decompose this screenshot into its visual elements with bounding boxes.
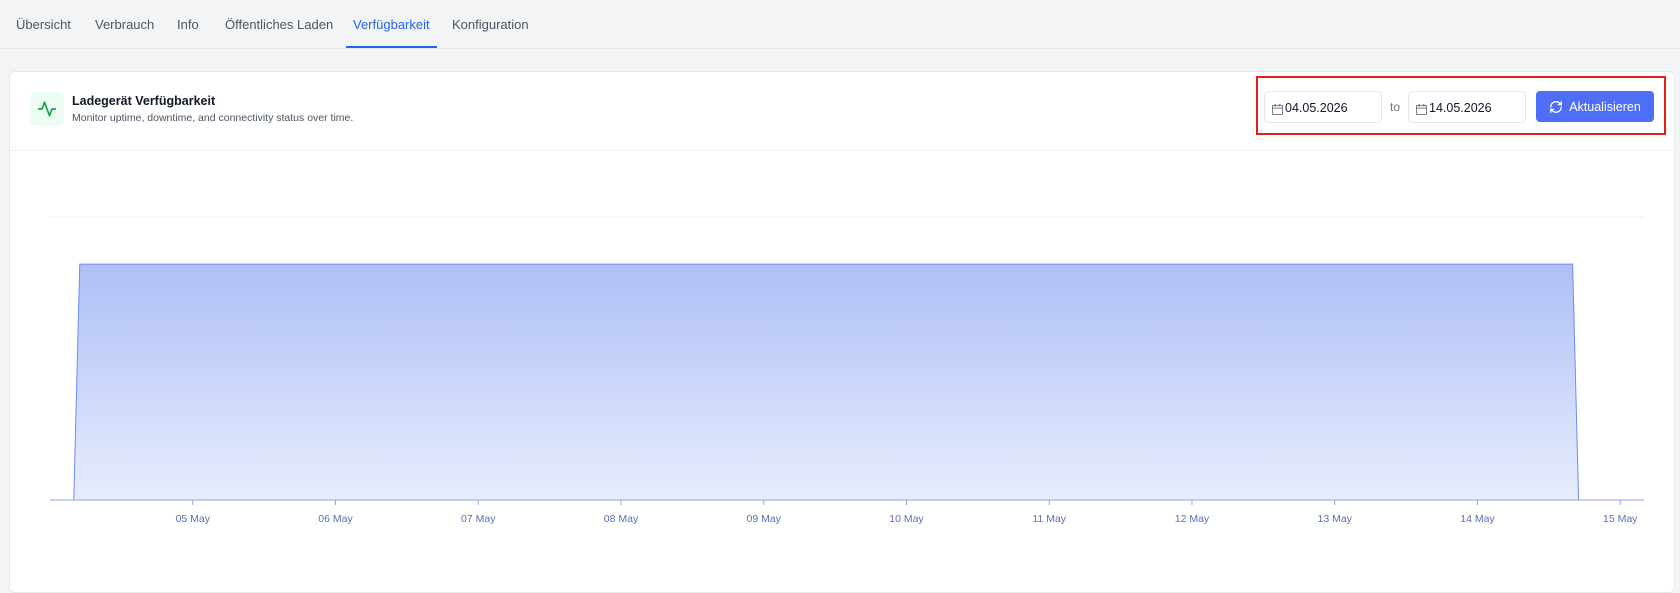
x-tick-label: 08 May	[604, 513, 639, 525]
availability-chart: 05 May 06 May 07 May 08 May 09 May 10 May 11 M…	[50, 216, 1644, 525]
x-tick-label: 12 May	[1175, 513, 1210, 525]
x-tick-label: 11 May	[1032, 513, 1066, 525]
x-tick-label: 15 May	[1603, 513, 1638, 525]
x-tick-label: 14 May	[1460, 513, 1495, 525]
availability-area	[50, 264, 1621, 500]
x-tick-label: 09 May	[747, 513, 782, 525]
x-tick-label: 13 May	[1317, 513, 1352, 525]
x-tick-label: 07 May	[461, 513, 496, 525]
x-tick-label: 06 May	[318, 513, 353, 525]
x-tick-label: 10 May	[889, 513, 924, 525]
x-tick-label: 05 May	[176, 513, 211, 525]
